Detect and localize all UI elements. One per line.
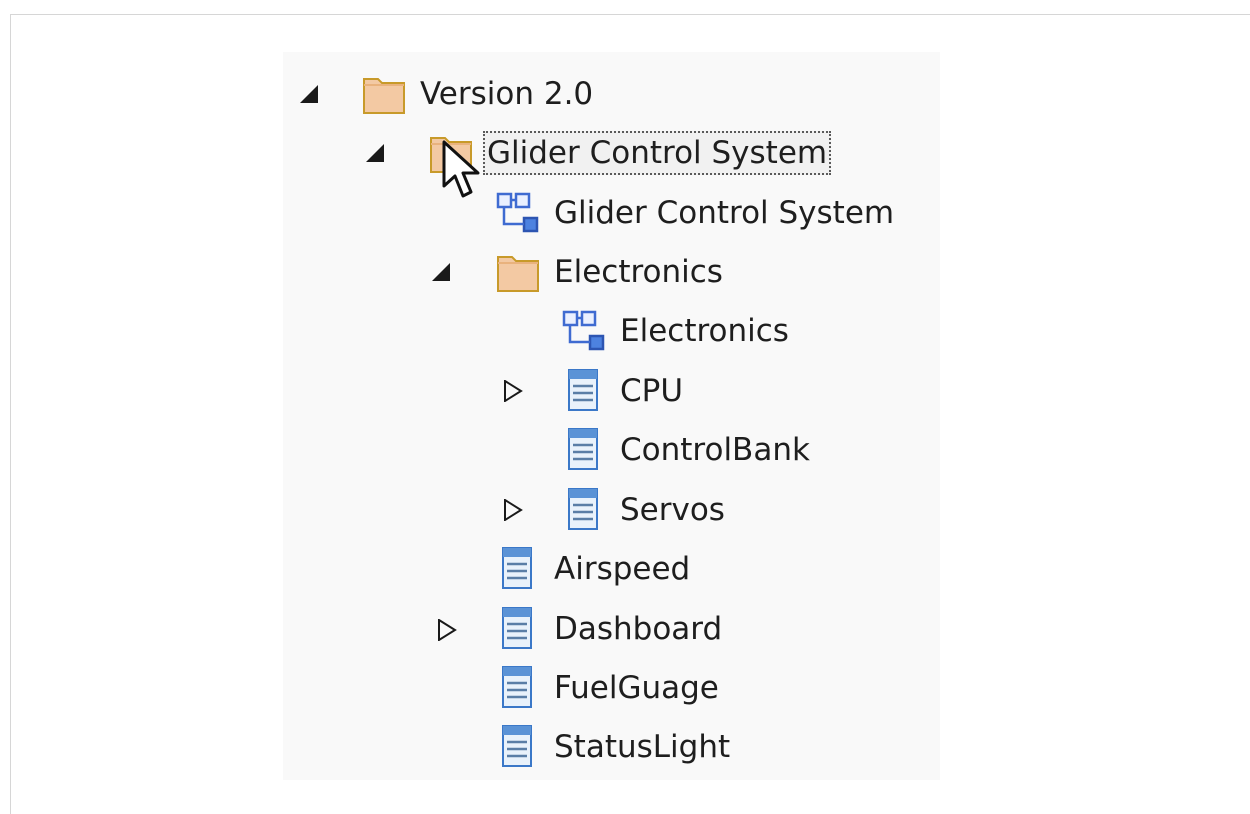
tree-node-dashboard[interactable]: Dashboard — [494, 607, 726, 651]
tree-node-label: Servos — [620, 492, 725, 528]
class-icon — [494, 665, 542, 711]
tree-node-cpu[interactable]: CPU — [560, 369, 687, 413]
expand-arrow-icon[interactable] — [502, 380, 524, 402]
project-browser-tree: Version 2.0 Glider Control System Glider… — [0, 0, 1250, 807]
tree-node-servos[interactable]: Servos — [560, 488, 729, 532]
tree-node-controlbank[interactable]: ControlBank — [560, 428, 814, 472]
collapse-arrow-icon[interactable] — [298, 83, 320, 105]
tree-node-label: Glider Control System — [554, 195, 895, 231]
collapse-arrow-icon[interactable] — [430, 261, 452, 283]
tree-node-glider-control-system-diagram[interactable]: Glider Control System — [494, 191, 898, 235]
tree-node-electronics-package[interactable]: Electronics — [494, 250, 727, 294]
tree-node-label: Version 2.0 — [420, 76, 594, 112]
class-icon — [494, 606, 542, 652]
mouse-cursor-icon — [442, 140, 480, 198]
diagram-icon — [494, 190, 542, 236]
tree-node-label: Dashboard — [554, 611, 723, 647]
class-icon — [560, 368, 608, 414]
tree-node-fuelguage[interactable]: FuelGuage — [494, 666, 723, 710]
class-icon — [560, 487, 608, 533]
class-icon — [560, 427, 608, 473]
class-icon — [494, 724, 542, 770]
tree-node-version-2-0[interactable]: Version 2.0 — [360, 72, 597, 116]
collapse-arrow-icon[interactable] — [364, 142, 386, 164]
expand-arrow-icon[interactable] — [436, 619, 458, 641]
tree-node-label: CPU — [620, 373, 684, 409]
folder-icon — [494, 249, 542, 295]
folder-icon — [360, 71, 408, 117]
expand-arrow-icon[interactable] — [502, 499, 524, 521]
tree-node-airspeed[interactable]: Airspeed — [494, 547, 694, 591]
tree-node-label: Glider Control System — [483, 131, 832, 175]
tree-node-label: ControlBank — [620, 432, 810, 468]
diagram-icon — [560, 308, 608, 354]
tree-node-statuslight[interactable]: StatusLight — [494, 725, 734, 769]
tree-node-electronics-diagram[interactable]: Electronics — [560, 309, 793, 353]
class-icon — [494, 546, 542, 592]
tree-node-label: Airspeed — [554, 551, 691, 587]
tree-node-label: Electronics — [554, 254, 723, 290]
tree-node-glider-control-system-package[interactable]: Glider Control System — [427, 131, 832, 175]
tree-node-label: StatusLight — [554, 729, 731, 765]
tree-node-label: FuelGuage — [554, 670, 719, 706]
tree-node-label: Electronics — [620, 313, 789, 349]
